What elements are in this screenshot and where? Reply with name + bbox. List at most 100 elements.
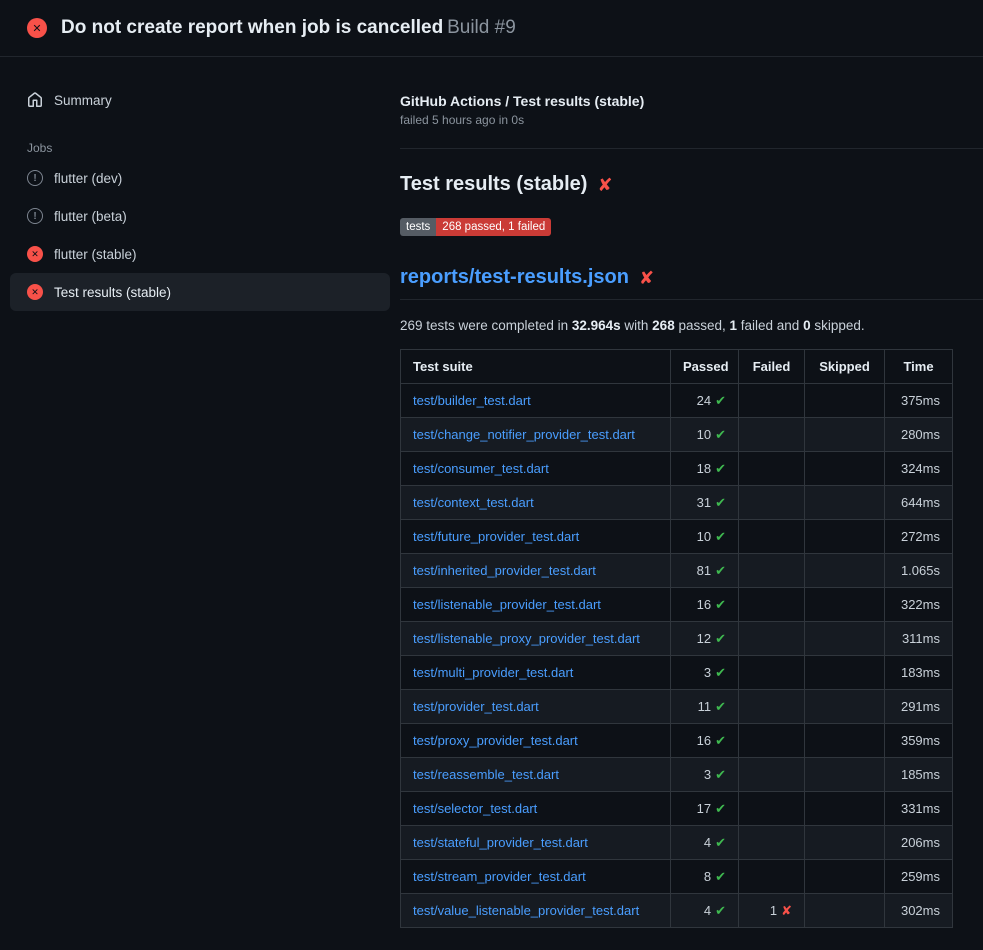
test-suite-link[interactable]: test/reassemble_test.dart xyxy=(413,767,559,782)
cell-skipped xyxy=(805,622,885,656)
cell-failed xyxy=(739,656,805,690)
test-suite-link[interactable]: test/listenable_proxy_provider_test.dart xyxy=(413,631,640,646)
cell-time: 302ms xyxy=(885,894,953,928)
sidebar-job-flutter-stable[interactable]: ✕flutter (stable) xyxy=(10,235,390,273)
cell-passed: 11✔ xyxy=(671,690,739,724)
test-suite-link[interactable]: test/consumer_test.dart xyxy=(413,461,549,476)
cell-passed: 16 ✔ xyxy=(671,724,739,758)
cell-time: 359ms xyxy=(885,724,953,758)
x-icon: ✘ xyxy=(781,903,792,918)
neutral-status-icon: ! xyxy=(27,170,43,186)
cell-time: 183ms xyxy=(885,656,953,690)
test-suite-link[interactable]: test/change_notifier_provider_test.dart xyxy=(413,427,635,442)
test-suite-link[interactable]: test/selector_test.dart xyxy=(413,801,537,816)
cell-test-suite: test/proxy_provider_test.dart xyxy=(401,724,671,758)
cell-time: 206ms xyxy=(885,826,953,860)
summary-passed-count: 268 xyxy=(652,318,675,333)
cell-skipped xyxy=(805,724,885,758)
passed-count: 18 xyxy=(697,461,711,476)
cell-time: 644ms xyxy=(885,486,953,520)
failed-count: 1 xyxy=(770,903,777,918)
table-row: test/consumer_test.dart18✔324ms xyxy=(401,452,953,486)
home-icon xyxy=(27,92,43,108)
test-suite-link[interactable]: test/multi_provider_test.dart xyxy=(413,665,573,680)
cell-skipped xyxy=(805,418,885,452)
sidebar: Summary Jobs !flutter (dev)!flutter (bet… xyxy=(0,57,400,950)
cell-failed xyxy=(739,860,805,894)
badge-label: tests xyxy=(400,218,436,236)
cell-failed xyxy=(739,554,805,588)
cell-skipped xyxy=(805,520,885,554)
cell-failed xyxy=(739,690,805,724)
summary-line: 269 tests were completed in 32.964s with… xyxy=(400,318,983,333)
page-title: Do not create report when job is cancell… xyxy=(61,17,443,38)
table-row: test/future_provider_test.dart10✔272ms xyxy=(401,520,953,554)
test-suite-link[interactable]: test/builder_test.dart xyxy=(413,393,531,408)
test-suite-link[interactable]: test/value_listenable_provider_test.dart xyxy=(413,903,639,918)
table-row: test/stateful_provider_test.dart4✔206ms xyxy=(401,826,953,860)
table-row: test/provider_test.dart11✔291ms xyxy=(401,690,953,724)
job-label: flutter (beta) xyxy=(54,209,127,224)
test-suite-link[interactable]: test/provider_test.dart xyxy=(413,699,539,714)
test-suite-link[interactable]: test/context_test.dart xyxy=(413,495,534,510)
check-icon: ✔ xyxy=(715,869,726,884)
cell-failed xyxy=(739,724,805,758)
cell-test-suite: test/reassemble_test.dart xyxy=(401,758,671,792)
test-suite-link[interactable]: test/stream_provider_test.dart xyxy=(413,869,586,884)
cell-time: 259ms xyxy=(885,860,953,894)
passed-count: 4 xyxy=(704,835,711,850)
cell-passed: 10✔ xyxy=(671,418,739,452)
cell-time: 375ms xyxy=(885,384,953,418)
sidebar-job-flutter-beta[interactable]: !flutter (beta) xyxy=(10,197,390,235)
cell-skipped xyxy=(805,894,885,928)
cell-skipped xyxy=(805,554,885,588)
report-file-link[interactable]: reports/test-results.json xyxy=(400,266,629,289)
test-suite-link[interactable]: test/inherited_provider_test.dart xyxy=(413,563,596,578)
cell-time: 1.065s xyxy=(885,554,953,588)
sidebar-job-test-results-stable[interactable]: ✕Test results (stable) xyxy=(10,273,390,311)
cell-passed: 18✔ xyxy=(671,452,739,486)
column-header-test-suite: Test suite xyxy=(401,350,671,384)
check-icon: ✔ xyxy=(715,529,726,544)
test-suite-link[interactable]: test/future_provider_test.dart xyxy=(413,529,579,544)
tests-badge: tests 268 passed, 1 failed xyxy=(400,218,551,236)
cell-test-suite: test/context_test.dart xyxy=(401,486,671,520)
table-row: test/value_listenable_provider_test.dart… xyxy=(401,894,953,928)
passed-count: 31 xyxy=(697,495,711,510)
test-suite-link[interactable]: test/proxy_provider_test.dart xyxy=(413,733,578,748)
cell-passed: 17✔ xyxy=(671,792,739,826)
sidebar-job-flutter-dev[interactable]: !flutter (dev) xyxy=(10,159,390,197)
sidebar-summary-label: Summary xyxy=(54,93,112,108)
cell-passed: 3✔ xyxy=(671,656,739,690)
passed-count: 11 xyxy=(698,699,712,714)
check-icon: ✔ xyxy=(715,733,726,748)
cell-test-suite: test/inherited_provider_test.dart xyxy=(401,554,671,588)
sidebar-item-summary[interactable]: Summary xyxy=(10,81,390,119)
table-row: test/listenable_provider_test.dart16✔322… xyxy=(401,588,953,622)
cell-time: 311ms xyxy=(885,622,953,656)
cell-time: 280ms xyxy=(885,418,953,452)
table-row: test/builder_test.dart 24✔ 375ms xyxy=(401,384,953,418)
passed-count: 16 xyxy=(697,733,711,748)
table-row: test/reassemble_test.dart3✔185ms xyxy=(401,758,953,792)
cell-time: 331ms xyxy=(885,792,953,826)
cell-passed: 81✔ xyxy=(671,554,739,588)
cell-test-suite: test/value_listenable_provider_test.dart xyxy=(401,894,671,928)
table-row: test/stream_provider_test.dart8✔259ms xyxy=(401,860,953,894)
check-icon: ✔ xyxy=(715,427,726,442)
test-suite-link[interactable]: test/listenable_provider_test.dart xyxy=(413,597,601,612)
x-icon: ✘ xyxy=(639,269,654,287)
passed-count: 3 xyxy=(704,767,711,782)
column-header-time: Time xyxy=(885,350,953,384)
table-row: test/change_notifier_provider_test.dart 1… xyxy=(401,418,953,452)
summary-failed-count: 1 xyxy=(730,318,738,333)
test-suite-link[interactable]: test/stateful_provider_test.dart xyxy=(413,835,588,850)
badge-value: 268 passed, 1 failed xyxy=(436,218,551,236)
cell-passed: 24✔ xyxy=(671,384,739,418)
cell-test-suite: test/stream_provider_test.dart xyxy=(401,860,671,894)
passed-count: 10 xyxy=(697,529,711,544)
cell-test-suite: test/multi_provider_test.dart xyxy=(401,656,671,690)
column-header-failed: Failed xyxy=(739,350,805,384)
check-icon: ✔ xyxy=(715,903,726,918)
check-icon: ✔ xyxy=(715,597,726,612)
